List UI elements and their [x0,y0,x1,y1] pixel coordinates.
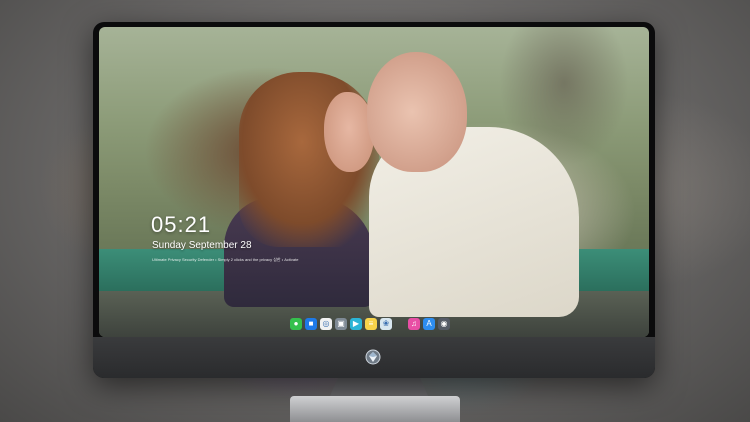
imac-monitor: 05:21 Sunday September 28 Ultimate Priva… [93,22,655,378]
messages-icon[interactable]: ● [290,318,302,330]
dock: ● ■ ◎ ▣ ▶ ≡ ❀ ♫ A ◉ [290,316,450,332]
lock-screen: 05:21 Sunday September 28 Ultimate Priva… [99,27,649,337]
preview-icon[interactable]: ▣ [335,318,347,330]
diamond-logo-icon [364,348,382,366]
monitor-chin [93,337,655,378]
appstore-icon[interactable]: A [423,318,435,330]
monitor-stand-base [290,396,460,422]
finalcut-icon[interactable]: ▶ [350,318,362,330]
lock-date: Sunday September 28 [152,240,252,251]
lock-notice: Ultimate Privacy Security Defender • Sim… [152,257,299,262]
monitor-stand-neck [330,378,428,396]
safari-icon[interactable]: ◎ [320,318,332,330]
man-head [367,52,467,172]
camera-icon[interactable]: ◉ [438,318,450,330]
itunes-icon[interactable]: ♫ [408,318,420,330]
lock-clock: 05:21 [151,212,212,237]
photos-icon[interactable]: ❀ [380,318,392,330]
finder-icon[interactable]: ■ [305,318,317,330]
notes-icon[interactable]: ≡ [365,318,377,330]
